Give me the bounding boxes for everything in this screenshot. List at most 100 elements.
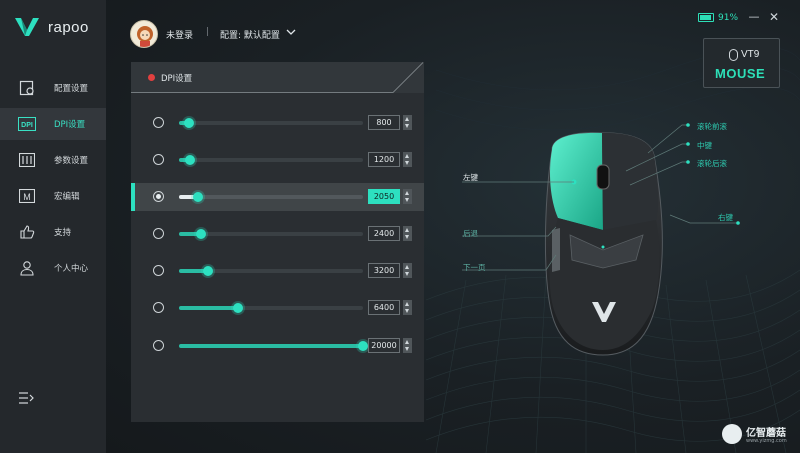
dpi-value-input[interactable]: 800	[368, 115, 400, 130]
dpi-row[interactable]: 20000	[131, 332, 424, 360]
stepper-up-icon[interactable]	[405, 154, 409, 158]
dpi-slider-thumb[interactable]	[203, 266, 214, 276]
callout-scroll-up[interactable]: 滚轮前滚	[697, 121, 727, 132]
dpi-radio[interactable]	[153, 154, 164, 165]
callout-right-button[interactable]: 右键	[718, 212, 733, 223]
callout-lines	[462, 123, 740, 271]
selected-indicator	[131, 183, 135, 211]
dpi-radio[interactable]	[153, 191, 164, 202]
dpi-slider[interactable]	[179, 155, 363, 165]
stepper-up-icon[interactable]	[405, 302, 409, 306]
dpi-slider-thumb[interactable]	[184, 118, 194, 128]
dpi-radio[interactable]	[153, 302, 164, 313]
dpi-stepper[interactable]	[403, 300, 412, 315]
status-dot	[148, 74, 155, 81]
dpi-row[interactable]: 2400	[131, 220, 424, 248]
minimize-button[interactable]: —	[748, 11, 760, 23]
battery-percent: 91%	[718, 13, 739, 23]
callout-page-down[interactable]: 下一页	[463, 262, 486, 273]
dpi-stepper[interactable]	[403, 338, 412, 353]
close-button[interactable]: ✕	[768, 11, 780, 23]
dpi-value-input[interactable]: 1200	[368, 152, 400, 167]
stepper-down-icon[interactable]	[405, 235, 409, 239]
dpi-slider[interactable]	[179, 341, 368, 351]
dpi-slider-thumb[interactable]	[358, 341, 368, 351]
sidebar: rapoo 配置设置 DPI DPI设置 参数设置 M 宏编辑 支持 个人中心	[0, 0, 106, 453]
callout-middle[interactable]: 中键	[697, 140, 712, 151]
callout-back[interactable]: 后退	[463, 228, 478, 239]
battery-icon	[698, 13, 714, 22]
dpi-panel: DPI设置 800 1200 2050 2400 3200 6400 20000	[131, 62, 424, 422]
config-selector-label[interactable]: 配置: 默认配置	[220, 28, 280, 41]
callout-left-button[interactable]: 左键	[463, 172, 478, 183]
dpi-stepper[interactable]	[403, 115, 412, 130]
sidebar-item-profile-settings[interactable]: 配置设置	[0, 72, 106, 104]
stepper-up-icon[interactable]	[405, 265, 409, 269]
watermark-url: www.yizmg.com	[746, 438, 787, 444]
dpi-radio[interactable]	[153, 340, 164, 351]
chevron-down-icon[interactable]	[286, 28, 296, 36]
dpi-slider-thumb[interactable]	[192, 192, 203, 202]
macro-icon: M	[18, 187, 36, 205]
thumbs-up-icon	[18, 223, 36, 241]
stepper-down-icon[interactable]	[405, 347, 409, 351]
sidebar-item-parameters[interactable]: 参数设置	[0, 144, 106, 176]
stepper-down-icon[interactable]	[405, 161, 409, 165]
device-type: MOUSE	[715, 66, 766, 81]
dpi-row[interactable]: 6400	[131, 294, 424, 322]
dpi-row[interactable]: 2050	[131, 183, 424, 211]
sidebar-item-label: 支持	[54, 228, 72, 238]
stepper-up-icon[interactable]	[405, 340, 409, 344]
stepper-up-icon[interactable]	[405, 191, 409, 195]
login-status[interactable]: 未登录	[166, 28, 193, 41]
dpi-slider[interactable]	[179, 118, 363, 128]
stepper-down-icon[interactable]	[405, 198, 409, 202]
dpi-value-input[interactable]: 20000	[368, 338, 400, 353]
dpi-slider[interactable]	[179, 192, 363, 202]
dpi-value-input[interactable]: 3200	[368, 263, 400, 278]
panel-header: DPI设置	[131, 62, 424, 93]
sidebar-item-dpi[interactable]: DPI DPI设置	[0, 108, 106, 140]
device-name: VT9	[741, 49, 760, 60]
dpi-row[interactable]: 1200	[131, 146, 424, 174]
dpi-radio[interactable]	[153, 265, 164, 276]
stepper-up-icon[interactable]	[405, 117, 409, 121]
dpi-slider-thumb[interactable]	[232, 303, 243, 313]
sidebar-item-label: 配置设置	[54, 84, 89, 94]
mouse-icon	[729, 49, 738, 61]
watermark-logo	[722, 424, 742, 444]
dpi-slider[interactable]	[179, 303, 363, 313]
dpi-slider-thumb[interactable]	[185, 155, 196, 165]
dpi-stepper[interactable]	[403, 226, 412, 241]
stepper-down-icon[interactable]	[405, 124, 409, 128]
dpi-slider-thumb[interactable]	[196, 229, 207, 239]
dpi-value-input[interactable]: 2050	[368, 189, 400, 204]
dpi-slider[interactable]	[179, 266, 363, 276]
dpi-row[interactable]: 3200	[131, 257, 424, 285]
dpi-radio[interactable]	[153, 117, 164, 128]
sidebar-item-support[interactable]: 支持	[0, 216, 106, 248]
dpi-row[interactable]: 800	[131, 109, 424, 137]
dpi-value-input[interactable]: 2400	[368, 226, 400, 241]
svg-text:DPI: DPI	[21, 122, 33, 129]
sidebar-item-personal-center[interactable]: 个人中心	[0, 252, 106, 284]
menu-collapse-icon[interactable]	[18, 391, 34, 405]
stepper-down-icon[interactable]	[405, 309, 409, 313]
stepper-down-icon[interactable]	[405, 272, 409, 276]
sidebar-item-label: DPI设置	[54, 120, 86, 130]
watermark-text: 亿智蘑菇	[746, 428, 786, 439]
dpi-value-input[interactable]: 6400	[368, 300, 400, 315]
rapoo-logo: rapoo	[14, 16, 89, 38]
device-card[interactable]: VT9 MOUSE	[703, 38, 780, 88]
dpi-radio[interactable]	[153, 228, 164, 239]
sidebar-item-macro[interactable]: M 宏编辑	[0, 180, 106, 212]
dpi-stepper[interactable]	[403, 263, 412, 278]
dpi-stepper[interactable]	[403, 152, 412, 167]
stepper-up-icon[interactable]	[405, 228, 409, 232]
rapoo-v-icon	[15, 18, 39, 36]
svg-text:M: M	[23, 192, 31, 202]
avatar[interactable]	[130, 20, 158, 48]
dpi-slider[interactable]	[179, 229, 363, 239]
dpi-stepper[interactable]	[403, 189, 412, 204]
callout-scroll-down[interactable]: 滚轮后滚	[697, 158, 727, 169]
